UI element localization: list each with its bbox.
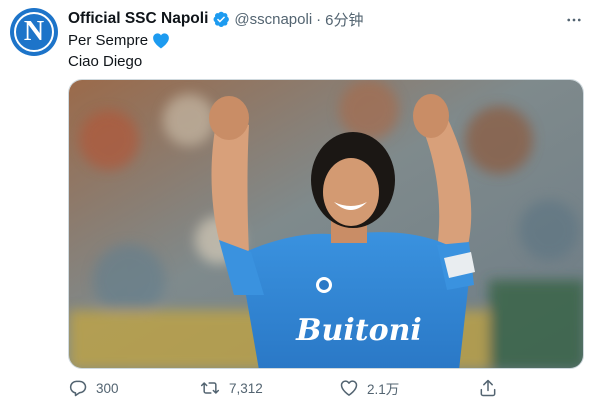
retweet-button[interactable]: 7,312 [199,376,263,400]
share-button[interactable] [478,376,506,400]
retweet-count: 7,312 [229,380,263,396]
jersey-sponsor-text: Buitoni [295,313,422,348]
reply-icon [69,380,87,397]
tweet-line-1: Per Sempre [68,30,170,51]
retweet-icon [200,382,220,394]
more-options-icon[interactable] [564,10,584,30]
tweet-photo[interactable]: Buitoni [68,79,584,369]
heart-icon [340,380,358,396]
tweet-timestamp[interactable]: 6分钟 [325,9,363,30]
tweet-line-2: Ciao Diego [68,51,170,72]
blue-heart-icon [152,32,170,49]
reply-button[interactable]: 300 [68,376,119,400]
user-handle[interactable]: @sscnapoli [234,11,312,28]
verified-badge-icon [212,10,230,28]
like-button[interactable]: 2.1万 [339,376,399,400]
avatar-letter: N [23,16,45,47]
tweet-actions: 300 7,312 2.1万 [68,376,508,400]
tweet-line-2-text: Ciao Diego [68,53,143,70]
tweet-header: Official SSC Napoli @sscnapoli · 6分钟 [68,8,590,30]
like-count: 2.1万 [367,382,400,397]
share-icon [480,379,496,397]
display-name[interactable]: Official SSC Napoli [68,10,208,28]
ssc-napoli-logo: N [14,12,54,52]
tweet-line-1-text: Per Sempre [68,32,149,49]
avatar[interactable]: N [10,8,58,56]
tweet-text: Per Sempre Ciao Diego [68,30,170,72]
reply-count: 300 [96,380,119,396]
separator-dot: · [316,10,322,28]
celebration-photo: Buitoni [69,80,583,368]
